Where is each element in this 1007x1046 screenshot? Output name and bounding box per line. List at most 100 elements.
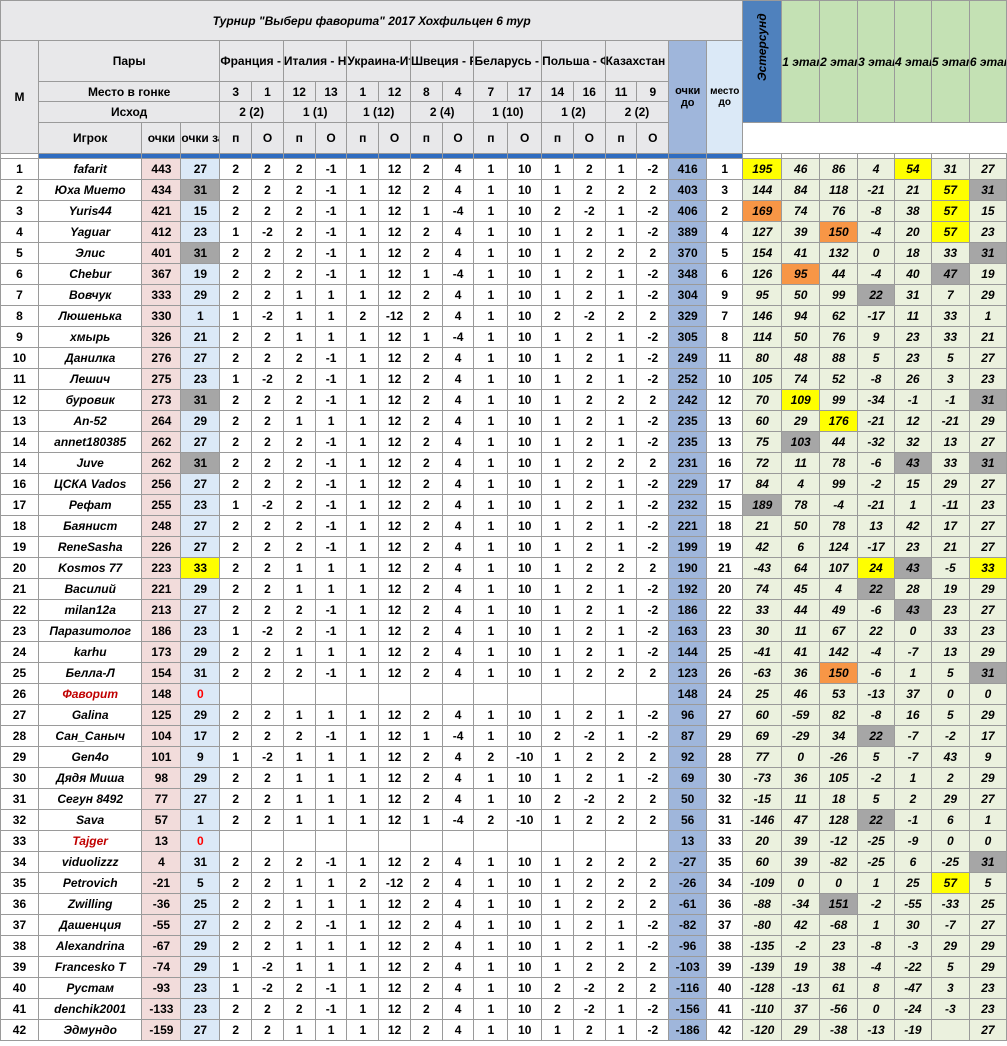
prediction-cell: 2 bbox=[251, 431, 284, 453]
prediction-cell: -2 bbox=[636, 578, 670, 600]
table-row: 4 Yaguar 412 23 1 -2 2 -1 1 12 2 4 1 10 1 2 1 -2 389 4 127 39… bbox=[0, 221, 1007, 243]
stage-points: 23 bbox=[819, 935, 859, 957]
prediction-cell: 2 bbox=[409, 221, 443, 243]
stage-points: 33 bbox=[930, 305, 970, 327]
prediction-cell: -1 bbox=[314, 368, 348, 390]
prediction-cell: 2 bbox=[251, 515, 284, 537]
stage-points: -2 bbox=[930, 725, 970, 747]
points-before: 232 bbox=[668, 494, 708, 516]
player-name: Zwilling bbox=[37, 893, 143, 915]
stage-points: 23 bbox=[968, 368, 1007, 390]
match-name: Франция - Германия bbox=[219, 40, 284, 82]
points-before: 370 bbox=[668, 242, 708, 264]
prediction-cell bbox=[282, 830, 316, 852]
prediction-cell: 1 bbox=[346, 368, 380, 390]
prediction-cell: 2 bbox=[251, 179, 284, 201]
prediction-cell: -1 bbox=[314, 431, 348, 453]
stage-points: 11 bbox=[781, 620, 821, 642]
stage-points: 88 bbox=[819, 347, 859, 369]
prediction-cell: 12 bbox=[378, 956, 411, 978]
stage-points: 12 bbox=[893, 410, 932, 432]
stage-points: -6 bbox=[857, 452, 895, 474]
prediction-cell: 1 bbox=[541, 263, 574, 285]
prediction-cell: 1 bbox=[346, 788, 380, 810]
stage-points: 1 bbox=[857, 872, 895, 894]
tour-points: 33 bbox=[180, 557, 221, 579]
table-row: 6 Chebur 367 19 2 2 2 -1 1 12 1 -4 1 10 1 2 1 -2 348 6 126 95… bbox=[0, 263, 1007, 285]
prediction-cell: -2 bbox=[572, 200, 606, 222]
stage-points: 19 bbox=[930, 578, 970, 600]
prediction-cell: -2 bbox=[636, 641, 670, 663]
prediction-cell bbox=[572, 830, 606, 852]
prediction-cell: 2 bbox=[409, 914, 443, 936]
prediction-cell: 4 bbox=[441, 662, 475, 684]
stage-points: -2 bbox=[857, 893, 895, 915]
stage-points: 36 bbox=[781, 767, 821, 789]
rank: 21 bbox=[0, 578, 39, 600]
tour-points: 29 bbox=[180, 578, 221, 600]
prediction-cell: 10 bbox=[507, 158, 543, 180]
match-outcome: 2 (2) bbox=[219, 101, 284, 123]
prediction-cell: -2 bbox=[572, 725, 606, 747]
prediction-cell: 12 bbox=[378, 578, 411, 600]
prediction-cell: 1 bbox=[409, 809, 443, 831]
stage-points: 23 bbox=[930, 599, 970, 621]
stage-points: 38 bbox=[893, 200, 932, 222]
rank: 26 bbox=[0, 683, 39, 705]
stage-points: 13 bbox=[857, 515, 895, 537]
rank: 19 bbox=[0, 536, 39, 558]
stage-points: 29 bbox=[781, 410, 821, 432]
prediction-cell: 1 bbox=[604, 494, 638, 516]
place-before: 11 bbox=[706, 347, 744, 369]
player-name: буровик bbox=[37, 389, 143, 411]
prediction-cell: 2 bbox=[636, 557, 670, 579]
tour-points: 23 bbox=[180, 368, 221, 390]
player-name: ЦСКА Vados bbox=[37, 473, 143, 495]
points-before: 221 bbox=[668, 515, 708, 537]
stage-points: 41 bbox=[781, 641, 821, 663]
prediction-cell: 12 bbox=[378, 221, 411, 243]
stage-points: 142 bbox=[819, 641, 859, 663]
player-name: хмырь bbox=[37, 326, 143, 348]
tour-points: 0 bbox=[180, 830, 221, 852]
po-label: О bbox=[636, 122, 670, 154]
points-before: 304 bbox=[668, 284, 708, 306]
prediction-cell: 10 bbox=[507, 893, 543, 915]
prediction-cell: 2 bbox=[636, 242, 670, 264]
prediction-cell: 2 bbox=[219, 725, 253, 747]
prediction-cell: 2 bbox=[219, 998, 253, 1020]
prediction-cell: 2 bbox=[251, 914, 284, 936]
prediction-cell: 2 bbox=[409, 620, 443, 642]
prediction-cell: 1 bbox=[604, 200, 638, 222]
stage-points: 33 bbox=[930, 452, 970, 474]
points-before: -27 bbox=[668, 851, 708, 873]
prediction-cell: 4 bbox=[441, 746, 475, 768]
prediction-cell: 10 bbox=[507, 347, 543, 369]
tour-points: 31 bbox=[180, 662, 221, 684]
prediction-cell: 2 bbox=[251, 641, 284, 663]
stage-points: 5 bbox=[930, 704, 970, 726]
prediction-cell: 1 bbox=[541, 851, 574, 873]
prediction-cell: 1 bbox=[282, 935, 316, 957]
place-before: 19 bbox=[706, 536, 744, 558]
prediction-cell: 1 bbox=[409, 200, 443, 222]
player-points: 275 bbox=[141, 368, 182, 390]
prediction-cell: 1 bbox=[473, 977, 509, 999]
prediction-cell bbox=[409, 683, 443, 705]
prediction-cell: 4 bbox=[441, 410, 475, 432]
prediction-cell: -1 bbox=[314, 179, 348, 201]
stage-points: 11 bbox=[893, 305, 932, 327]
player-name: viduolizzz bbox=[37, 851, 143, 873]
prediction-cell: 1 bbox=[346, 263, 380, 285]
table-row: 29 Gen4o 101 9 1 -2 1 1 1 12 2 4 2 -10 1 2 2 2 92 28 77 0 -26 5… bbox=[0, 746, 1007, 768]
prediction-cell: 2 bbox=[282, 599, 316, 621]
prediction-cell: -2 bbox=[636, 536, 670, 558]
place-before: 4 bbox=[706, 221, 744, 243]
prediction-cell: -2 bbox=[572, 788, 606, 810]
place-before: 25 bbox=[706, 641, 744, 663]
player-name: Рустам bbox=[37, 977, 143, 999]
prediction-cell: 2 bbox=[572, 578, 606, 600]
prediction-cell: 1 bbox=[473, 536, 509, 558]
estersund-points: 70 bbox=[742, 389, 783, 411]
prediction-cell: 10 bbox=[507, 998, 543, 1020]
